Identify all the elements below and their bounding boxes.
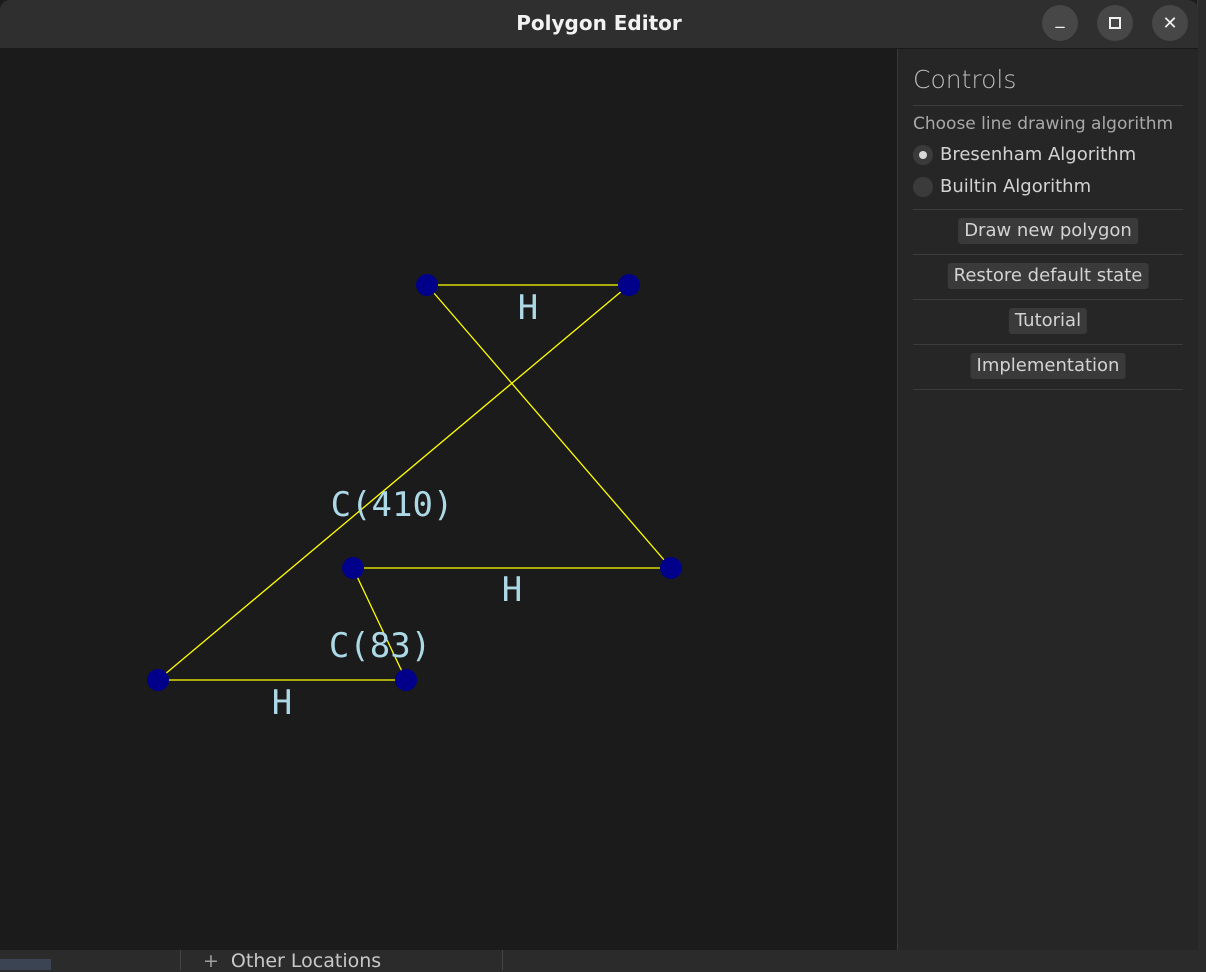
polygon-edge-v2-v3[interactable] [157, 284, 630, 681]
radio-dot [919, 150, 927, 159]
plus-icon: + [203, 950, 219, 972]
polygon-vertex-v2[interactable] [618, 274, 640, 296]
draw-new-polygon-button[interactable]: Draw new polygon [958, 218, 1138, 244]
edge-constraint-label: H [518, 288, 538, 328]
edge-constraint-label: C(83) [329, 626, 431, 666]
polygon-edge-v6-v1[interactable] [426, 284, 672, 569]
divider [913, 209, 1183, 210]
radio-button-selected[interactable] [913, 144, 933, 165]
polygon-drawing[interactable]: H H H C(410) C(83) [0, 49, 897, 950]
controls-title: Controls [913, 65, 1017, 94]
window-title: Polygon Editor [516, 11, 682, 35]
polygon-vertex-v5[interactable] [342, 557, 364, 579]
maximize-icon [1109, 17, 1121, 29]
edge-constraint-label: H [272, 683, 292, 723]
radio-label-builtin: Builtin Algorithm [940, 176, 1092, 197]
divider [180, 950, 181, 970]
edge-constraint-label: C(410) [331, 485, 454, 525]
divider [913, 389, 1183, 390]
title-bar[interactable]: Polygon Editor _ ✕ [0, 0, 1198, 49]
sidebar-item-label: Other Locations [230, 950, 382, 972]
restore-default-button[interactable]: Restore default state [947, 263, 1149, 289]
edge-constraint-label: H [502, 570, 522, 610]
tutorial-button[interactable]: Tutorial [1008, 308, 1088, 334]
polygon-vertex-v4[interactable] [395, 669, 417, 691]
polygon-vertex-v6[interactable] [660, 557, 682, 579]
polygon-vertex-v3[interactable] [147, 669, 169, 691]
close-button[interactable]: ✕ [1152, 5, 1188, 41]
controls-panel: Controls Choose line drawing algorithm B… [897, 49, 1198, 950]
close-icon: ✕ [1162, 12, 1178, 34]
algorithm-prompt: Choose line drawing algorithm [913, 114, 1174, 134]
radio-button[interactable] [913, 176, 933, 197]
radio-builtin[interactable]: Builtin Algorithm [913, 176, 1091, 197]
minimize-button[interactable]: _ [1042, 5, 1078, 41]
background-app: + Other Locations [0, 950, 1206, 972]
divider [913, 344, 1183, 345]
radio-bresenham[interactable]: Bresenham Algorithm [913, 144, 1136, 165]
radio-label-bresenham: Bresenham Algorithm [940, 144, 1137, 165]
polygon-vertex-v1[interactable] [416, 274, 438, 296]
divider [502, 950, 503, 970]
maximize-button[interactable] [1097, 5, 1133, 41]
background-sidebar-block [0, 959, 51, 970]
minimize-icon: _ [1055, 7, 1065, 29]
divider [913, 105, 1183, 106]
polygon-editor-window: Polygon Editor _ ✕ H H H C(410) C(83) Contro… [0, 0, 1198, 950]
sidebar-item-other-locations[interactable]: + Other Locations [203, 950, 381, 972]
drawing-canvas[interactable]: H H H C(410) C(83) [0, 49, 897, 950]
implementation-button[interactable]: Implementation [970, 353, 1126, 379]
divider [913, 299, 1183, 300]
divider [913, 254, 1183, 255]
